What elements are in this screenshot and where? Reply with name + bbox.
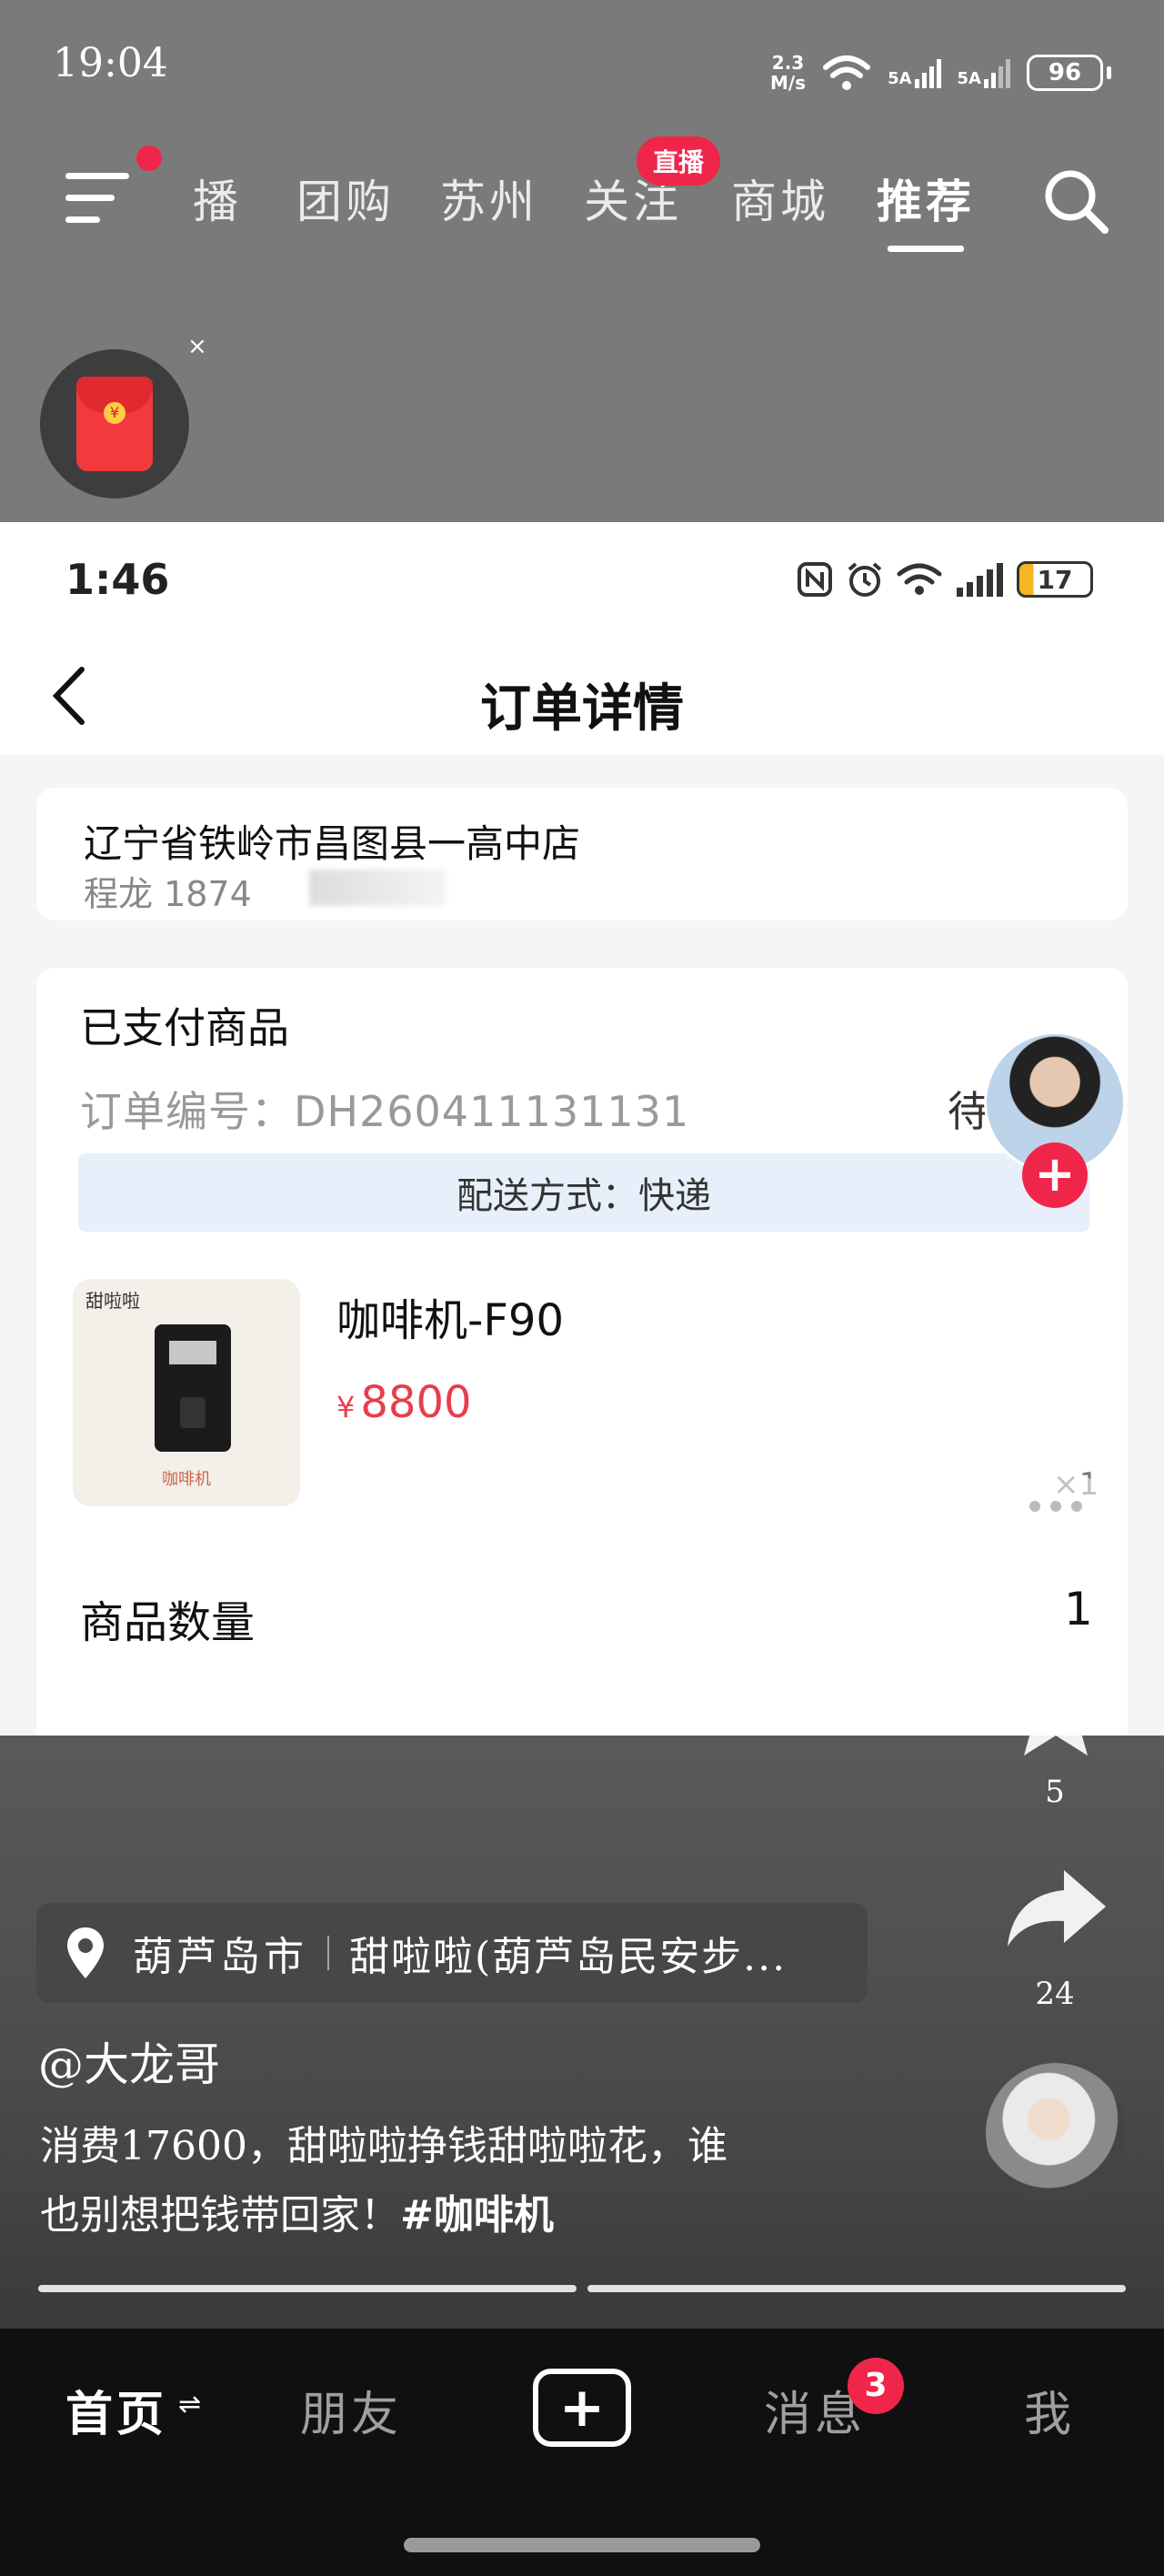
product-price: ¥8800 <box>336 1377 472 1428</box>
page-title: 订单详情 <box>480 679 684 739</box>
search-icon[interactable] <box>1041 166 1110 236</box>
comment-icon[interactable] <box>1002 1463 1109 1561</box>
favorite-star-icon[interactable] <box>1002 1659 1109 1761</box>
red-envelope-icon <box>76 377 153 471</box>
menu-notification-dot <box>136 146 162 171</box>
caption-line-2: 也别想把钱带回家！#咖啡机 <box>40 2181 858 2250</box>
quantity-value: 1 <box>1064 1583 1093 1635</box>
wifi-icon <box>823 55 871 90</box>
location-pin-icon <box>67 1927 104 1978</box>
share-icon[interactable] <box>1004 1867 1109 1950</box>
paid-section-title: 已支付商品 <box>80 1003 289 1052</box>
location-city: 葫芦岛市 <box>133 1934 307 1980</box>
follow-button[interactable]: + <box>1022 1142 1088 1208</box>
caption-line-1: 消费17600，甜啦啦挣钱甜啦啦花，谁 <box>40 2123 728 2169</box>
like-heart-icon[interactable] <box>1000 1259 1113 1361</box>
nfc-icon <box>798 562 832 597</box>
inner-battery-icon: 17 <box>1017 561 1093 598</box>
product-image: 甜啦啦 咖啡机 <box>73 1279 300 1506</box>
currency-symbol: ¥ <box>336 1390 356 1424</box>
top-nav: 播 团购 苏州 关注 商城 推荐 <box>0 146 1164 255</box>
redacted-phone <box>309 870 446 906</box>
price-value: 8800 <box>360 1377 472 1428</box>
inner-wifi-icon <box>897 563 942 595</box>
status-bar: 19:04 2.3 M/s 5A 5A 96 <box>0 0 1164 136</box>
active-tab-indicator <box>888 246 964 252</box>
signal-icon-sim1: 5A <box>888 57 941 88</box>
contact-text: 程龙 1874 <box>84 874 252 914</box>
messages-badge: 3 <box>848 2358 904 2414</box>
favorite-count: 5 <box>1045 1774 1065 1810</box>
order-status: 待 <box>948 1087 989 1136</box>
order-number: 订单编号：DH260411131131 <box>80 1079 689 1139</box>
create-button[interactable]: + <box>533 2369 631 2447</box>
status-time: 19:04 <box>53 40 168 86</box>
menu-icon[interactable] <box>65 171 133 226</box>
location-shop: 甜啦啦(葫芦岛民安步... <box>349 1934 788 1980</box>
tab-group-buy[interactable]: 团购 <box>296 166 395 231</box>
product-image-caption: 咖啡机 <box>162 1470 211 1489</box>
quantity-label: 商品数量 <box>80 1597 256 1648</box>
order-card: 已支付商品 订单编号：DH260411131131 待 配送方式：快递 甜啦啦 … <box>36 968 1128 1736</box>
sim1-label: 5A <box>888 69 912 88</box>
inner-status-icons: 17 <box>797 560 1093 599</box>
product-name: 咖啡机-F90 <box>336 1295 565 1346</box>
location-divider <box>327 1936 329 1970</box>
network-speed: 2.3 M/s <box>770 53 806 93</box>
sim2-label: 5A <box>957 69 981 88</box>
red-packet-close-button[interactable]: × <box>187 333 207 360</box>
nav-friends[interactable]: 朋友 <box>300 2376 402 2444</box>
status-icons: 2.3 M/s 5A 5A 96 <box>770 47 1111 98</box>
battery-nub <box>1107 66 1111 79</box>
net-speed-value: 2.3 <box>771 52 805 74</box>
tab-live-partial[interactable]: 播 <box>193 166 242 231</box>
tab-recommended[interactable]: 推荐 <box>877 166 975 231</box>
location-tag[interactable]: 葫芦岛市 甜啦啦(葫芦岛民安步... <box>36 1903 868 2003</box>
video-caption: 消费17600，甜啦啦挣钱甜啦啦花，谁 也别想把钱带回家！#咖啡机 <box>40 2112 858 2250</box>
address-card: 辽宁省铁岭市昌图县一高中店 程龙 1874 <box>36 788 1128 921</box>
alarm-icon <box>848 562 882 597</box>
caption-line-2-text: 也别想把钱带回家！ <box>40 2192 400 2239</box>
inner-status-time: 1:46 <box>65 555 170 604</box>
delivery-method: 配送方式：快递 <box>78 1153 1089 1232</box>
inner-signal-icon <box>957 563 1003 597</box>
battery-icon: 96 <box>1027 55 1103 91</box>
feed-switch-icon[interactable]: ⇌ <box>178 2389 201 2420</box>
nav-me[interactable]: 我 <box>1024 2376 1075 2444</box>
red-packet-button[interactable] <box>40 349 189 498</box>
nav-home[interactable]: 首页 <box>65 2376 167 2444</box>
order-header: 订单详情 <box>0 631 1164 755</box>
progress-segment-1 <box>38 2285 577 2292</box>
share-count: 24 <box>1035 1976 1075 2012</box>
tab-suzhou[interactable]: 苏州 <box>440 166 538 231</box>
live-badge[interactable]: 直播 <box>637 136 720 186</box>
coffee-machine-icon <box>155 1324 231 1452</box>
inner-status-bar: 1:46 17 <box>0 522 1164 631</box>
order-number-label: 订单编号： <box>80 1087 294 1136</box>
address-text: 辽宁省铁岭市昌图县一高中店 <box>84 821 581 866</box>
tab-mall[interactable]: 商城 <box>731 166 829 231</box>
hashtag-link[interactable]: #咖啡机 <box>400 2192 554 2239</box>
music-disc-avatar[interactable] <box>986 2063 1126 2203</box>
signal-icon-sim2: 5A <box>958 57 1010 88</box>
author-name[interactable]: @大龙哥 <box>38 2028 220 2094</box>
progress-segment-2 <box>587 2285 1126 2292</box>
product-image-brand: 甜啦啦 <box>85 1290 140 1312</box>
home-indicator[interactable] <box>404 2538 760 2552</box>
net-speed-unit: M/s <box>769 72 807 94</box>
order-number-value: DH260411131131 <box>294 1087 690 1136</box>
